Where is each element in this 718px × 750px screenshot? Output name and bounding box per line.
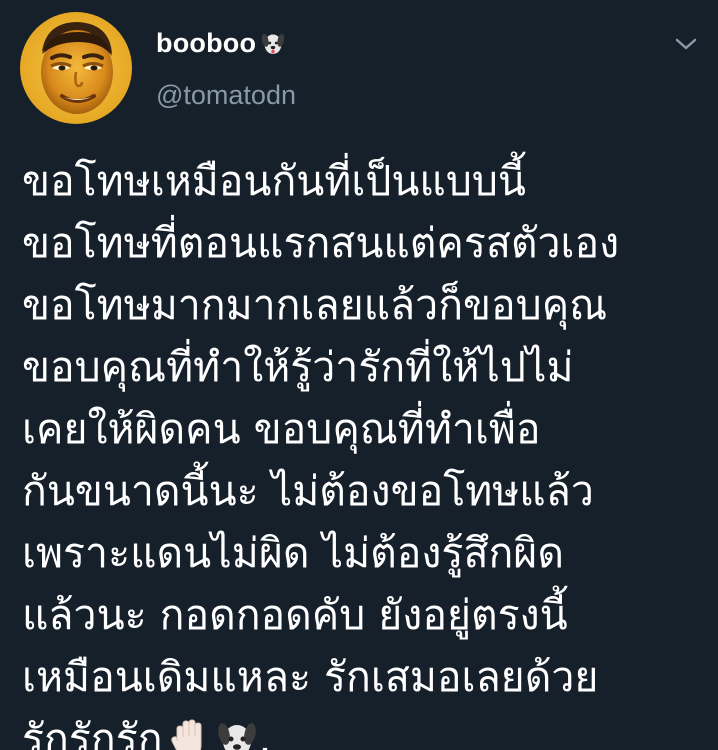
tweet-line: รักรักรัก (22, 715, 163, 750)
chevron-down-icon[interactable] (674, 36, 698, 52)
avatar[interactable] (20, 12, 132, 124)
dog-face-icon (217, 723, 256, 750)
tweet-text: ขอโทษเหมือนกันที่เป็นแบบนี้ ขอโทษที่ตอนแ… (22, 150, 702, 750)
tweet-line: ขอบคุณที่ทำให้รู้ว่ารักที่ให้ไปไม่ (22, 343, 574, 391)
tweet-line-suffix: . (258, 715, 272, 750)
tweet-line: ขอโทษที่ตอนแรกสนแต่ครสตัวเอง (22, 219, 620, 267)
user-handle[interactable]: @tomatodn (156, 80, 296, 111)
tweet-line: เพราะแดนไม่ผิด ไม่ต้องรู้สึกผิด (22, 529, 564, 577)
display-name-row[interactable]: booboo (156, 26, 286, 60)
tweet-line: กันขนาดนี้นะ ไม่ต้องขอโทษแล้ว (22, 467, 594, 515)
dog-face-icon (261, 34, 285, 55)
tweet-line: ขอโทษเหมือนกันที่เป็นแบบนี้ (22, 157, 526, 205)
tweet-card: booboo @tomatodn ขอโทษเหมือนกันที่เป็นแบ… (0, 0, 718, 750)
tweet-last-line: รักรักรัก . (22, 708, 702, 750)
tweet-line: เคยให้ผิดคน ขอบคุณที่ทำเพื่อ (22, 405, 541, 453)
tweet-line: เหมือนเดิมแหละ รักเสมอเลยด้วย (22, 653, 599, 701)
tweet-line: ขอโทษมากมากเลยแล้วก็ขอบคุณ (22, 281, 608, 329)
tweet-line: แล้วนะ กอดกอดคับ ยังอยู่ตรงนี้ (22, 591, 568, 639)
raised-hand-icon (170, 719, 202, 750)
avatar-face-icon (20, 12, 132, 124)
display-name[interactable]: booboo (156, 28, 256, 59)
